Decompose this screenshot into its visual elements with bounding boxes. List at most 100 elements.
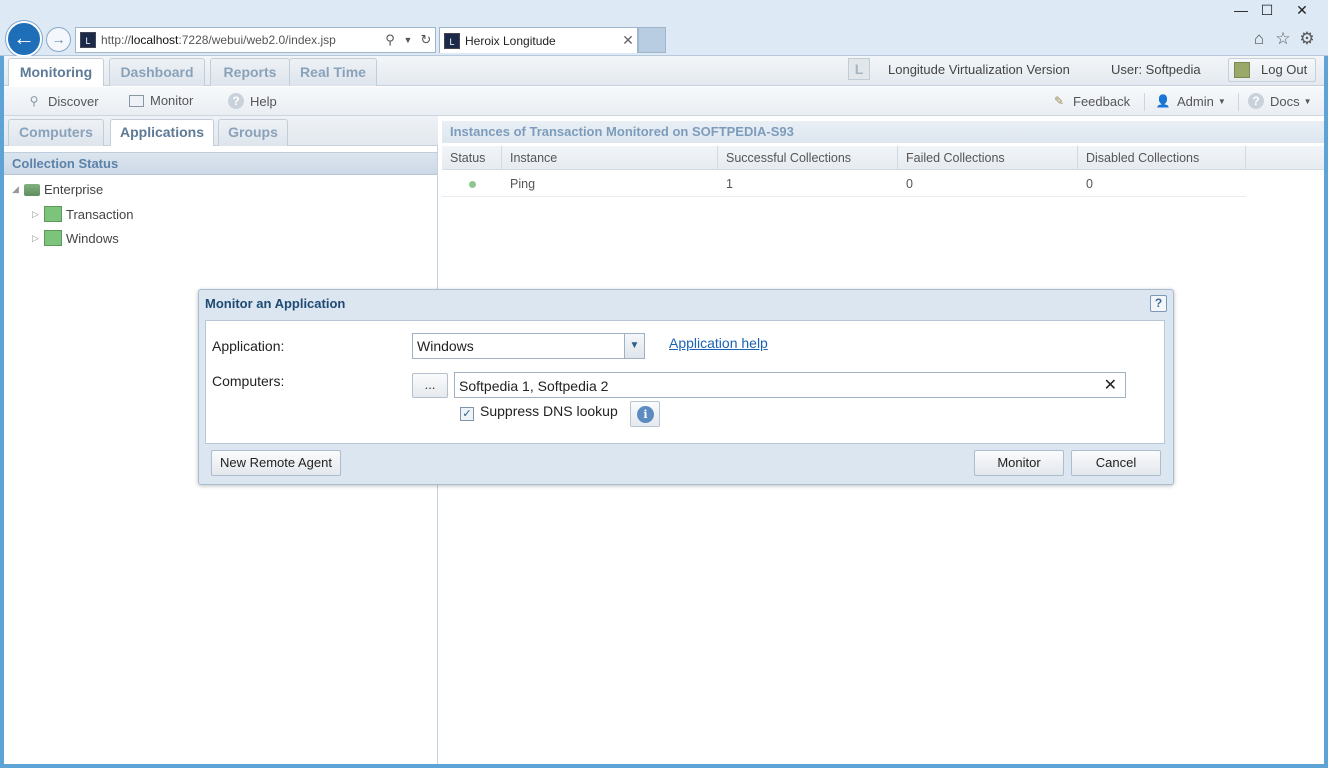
new-tab-button[interactable] <box>638 27 666 53</box>
maximize-icon[interactable]: ☐ <box>1252 2 1282 19</box>
help-label: Help <box>250 93 277 109</box>
tree-node-enterprise[interactable]: ◢ Enterprise <box>12 182 103 197</box>
user-icon: 👤 <box>1155 94 1171 108</box>
tab-real-time[interactable]: Real Time <box>289 58 377 86</box>
browse-computers-button[interactable]: ... <box>412 373 448 398</box>
tree-node-windows[interactable]: ▷ Windows <box>32 230 119 246</box>
chevron-down-icon[interactable]: ▼ <box>624 334 644 358</box>
url-prefix: http:// <box>101 33 132 47</box>
url-host: localhost <box>131 33 179 47</box>
logout-label: Log Out <box>1261 62 1308 77</box>
collection-status-header: Collection Status <box>4 152 437 175</box>
tab-close-icon[interactable]: ✕ <box>619 32 637 49</box>
application-select[interactable]: Windows ▼ <box>412 333 645 359</box>
url-text[interactable]: http://localhost:7228/webui/web2.0/index… <box>101 33 381 47</box>
forward-arrow-icon[interactable]: → <box>46 27 71 52</box>
dialog-title: Monitor an Application <box>205 296 346 311</box>
toolbar-divider <box>1144 93 1145 111</box>
monitor-icon <box>129 94 144 107</box>
toolbar: ⚲ Discover Monitor ? Help ✎ Feedback 👤 A… <box>4 87 1324 116</box>
admin-menu[interactable]: 👤 Admin ▼ <box>1155 93 1226 109</box>
expand-triangle-icon[interactable]: ▷ <box>32 233 42 244</box>
favicon-icon: L <box>80 32 96 48</box>
tab-dashboard[interactable]: Dashboard <box>109 58 205 86</box>
address-bar[interactable]: L http://localhost:7228/webui/web2.0/ind… <box>75 27 436 53</box>
back-arrow-icon[interactable]: ← <box>6 21 42 57</box>
feedback-icon: ✎ <box>1053 94 1065 108</box>
monitor-button[interactable]: Monitor <box>129 93 193 108</box>
cell-successful: 1 <box>726 177 733 191</box>
column-successful[interactable]: Successful Collections <box>718 146 898 170</box>
toolbar-divider <box>1238 93 1239 111</box>
dns-info-button[interactable]: i <box>630 401 660 427</box>
user-label: User: Softpedia <box>1111 62 1201 77</box>
cancel-button[interactable]: Cancel <box>1071 450 1161 476</box>
suppress-dns-checkbox[interactable]: ✓ <box>460 407 474 421</box>
logout-button[interactable]: Log Out <box>1228 58 1316 82</box>
computers-input[interactable]: Softpedia 1, Softpedia 2 ✕ <box>454 372 1126 398</box>
refresh-icon[interactable]: ↻ <box>417 32 435 48</box>
version-label: Longitude Virtualization Version <box>888 62 1070 77</box>
docs-icon: ? <box>1248 93 1264 109</box>
help-button[interactable]: ? Help <box>228 93 277 109</box>
tab-applications[interactable]: Applications <box>110 119 214 146</box>
tab-groups[interactable]: Groups <box>218 119 288 146</box>
dropdown-icon[interactable]: ▼ <box>399 35 417 45</box>
chevron-down-icon: ▼ <box>1217 96 1226 106</box>
application-icon <box>44 230 62 246</box>
status-ok-icon <box>469 181 476 188</box>
tree-label: Windows <box>66 230 119 246</box>
application-label: Application: <box>212 338 285 354</box>
home-icon[interactable]: ⌂ <box>1248 29 1270 49</box>
instances-header: Instances of Transaction Monitored on SO… <box>442 121 1324 143</box>
tab-monitoring[interactable]: Monitoring <box>8 58 104 86</box>
clear-icon[interactable]: ✕ <box>1104 375 1117 395</box>
browser-tab[interactable]: L Heroix Longitude ✕ <box>439 27 638 53</box>
table-row[interactable]: Ping 1 0 0 <box>442 171 1246 197</box>
tree-label: Transaction <box>66 206 134 222</box>
help-icon: ? <box>228 93 244 109</box>
column-failed[interactable]: Failed Collections <box>898 146 1078 170</box>
star-icon[interactable]: ☆ <box>1272 29 1294 49</box>
application-help-link[interactable]: Application help <box>669 335 768 351</box>
docs-label: Docs <box>1270 93 1300 109</box>
gear-icon[interactable]: ⚙ <box>1296 29 1318 49</box>
column-status[interactable]: Status <box>442 146 502 170</box>
application-value: Windows <box>417 338 474 354</box>
monitor-application-dialog: Monitor an Application ? Application: Wi… <box>198 289 1174 485</box>
suppress-dns-label: Suppress DNS lookup <box>480 403 618 419</box>
new-remote-agent-button[interactable]: New Remote Agent <box>211 450 341 476</box>
collapse-triangle-icon[interactable]: ◢ <box>12 184 22 195</box>
computers-label: Computers: <box>212 373 285 389</box>
tab-title: Heroix Longitude <box>465 33 556 48</box>
docs-menu[interactable]: ? Docs ▼ <box>1248 93 1312 109</box>
computers-value: Softpedia 1, Softpedia 2 <box>459 378 609 394</box>
application-icon <box>44 206 62 222</box>
cell-failed: 0 <box>906 177 913 191</box>
monitor-button[interactable]: Monitor <box>974 450 1064 476</box>
discover-button[interactable]: ⚲ Discover <box>26 93 99 109</box>
info-icon: i <box>637 406 654 423</box>
dialog-help-icon[interactable]: ? <box>1150 295 1167 312</box>
tab-computers[interactable]: Computers <box>8 119 104 146</box>
tree-node-transaction[interactable]: ▷ Transaction <box>32 206 133 222</box>
column-instance[interactable]: Instance <box>502 146 718 170</box>
monitor-label: Monitor <box>150 93 194 108</box>
search-icon[interactable]: ⚲ <box>381 32 399 48</box>
left-tabs: Computers Applications Groups <box>4 116 438 146</box>
url-rest: :7228/webui/web2.0/index.jsp <box>178 33 336 47</box>
tab-reports[interactable]: Reports <box>210 58 290 86</box>
grid-header: Status Instance Successful Collections F… <box>442 146 1324 170</box>
feedback-label: Feedback <box>1073 93 1131 109</box>
cell-disabled: 0 <box>1086 177 1093 191</box>
cell-instance: Ping <box>510 177 536 191</box>
column-disabled[interactable]: Disabled Collections <box>1078 146 1246 170</box>
longitude-logo-icon: L <box>848 58 870 80</box>
tab-favicon-icon: L <box>444 32 460 49</box>
expand-triangle-icon[interactable]: ▷ <box>32 209 42 220</box>
dialog-body: Application: Windows ▼ Application help … <box>205 320 1165 444</box>
close-icon[interactable]: ✕ <box>1287 2 1317 19</box>
logout-icon <box>1234 62 1250 78</box>
feedback-button[interactable]: ✎ Feedback <box>1051 93 1130 109</box>
discover-label: Discover <box>48 93 99 109</box>
